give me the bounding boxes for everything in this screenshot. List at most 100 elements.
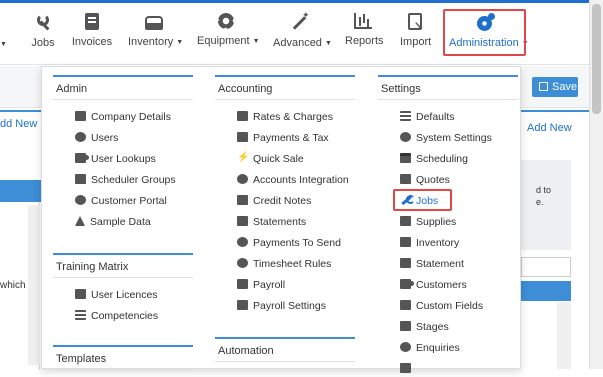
menu-item-defaults[interactable]: Defaults xyxy=(400,109,455,125)
cog-icon xyxy=(400,132,411,142)
menu-item-custom-fields[interactable]: Custom Fields xyxy=(400,298,483,314)
menu-item-user-licences[interactable]: User Licences xyxy=(75,287,158,303)
id-badge-icon xyxy=(237,279,248,289)
id-card-icon xyxy=(237,300,248,310)
add-new-link-right[interactable]: Add New xyxy=(527,122,572,134)
nav-equipment-label: Equipment xyxy=(197,35,250,47)
question-circle-icon xyxy=(400,342,411,352)
menu-item-label: Timesheet Rules xyxy=(253,258,332,270)
menu-item-payments-tax[interactable]: Payments & Tax xyxy=(237,130,329,146)
menu-item-customer-portal[interactable]: Customer Portal xyxy=(75,193,167,209)
menu-item-quotes[interactable]: Quotes xyxy=(400,172,450,188)
menu-item-users[interactable]: Users xyxy=(75,130,118,146)
left-scrollbar[interactable] xyxy=(28,205,40,365)
menu-item-label: Scheduling xyxy=(416,153,468,165)
menu-item-label: Payments To Send xyxy=(253,237,341,249)
right-snippet-line-2: e. xyxy=(536,197,544,207)
menu-item-payroll-settings[interactable]: Payroll Settings xyxy=(237,298,326,314)
menu-item-system-settings[interactable]: System Settings xyxy=(400,130,492,146)
life-ring-icon xyxy=(75,195,86,205)
menu-item-label: Customer Portal xyxy=(91,195,167,207)
menu-item-label: Payroll Settings xyxy=(253,300,326,312)
menu-item-scheduling[interactable]: Scheduling xyxy=(400,151,468,167)
truck-icon xyxy=(400,216,411,226)
nav-inventory[interactable]: Inventory ▼ xyxy=(128,13,183,59)
menu-item-label: Company Details xyxy=(91,111,171,123)
menu-item-statements[interactable]: Statements xyxy=(237,214,306,230)
page-scrollbar-thumb[interactable] xyxy=(592,4,601,114)
menu-item-label: Custom Fields xyxy=(416,300,484,312)
menu-item-supplies[interactable]: Supplies xyxy=(400,214,456,230)
menu-item-scheduler-groups[interactable]: Scheduler Groups xyxy=(75,172,176,188)
menu-item-inventory[interactable]: Inventory xyxy=(400,235,459,251)
menu-item-partial[interactable] xyxy=(400,361,416,377)
nav-invoices[interactable]: Invoices xyxy=(71,13,113,59)
administration-dropdown-menu: Admin Company Details Users User Lookups… xyxy=(41,66,521,373)
menu-item-payroll[interactable]: Payroll xyxy=(237,277,285,293)
menu-item-company-details[interactable]: Company Details xyxy=(75,109,171,125)
menu-item-payments-to-send[interactable]: Payments To Send xyxy=(237,235,341,251)
chevron-down-icon: ▼ xyxy=(324,39,332,47)
right-table-header xyxy=(521,281,571,301)
menu-item-label: Enquiries xyxy=(416,342,460,354)
menu-item-credit-notes[interactable]: Credit Notes xyxy=(237,193,311,209)
nav-reports-label: Reports xyxy=(345,35,384,47)
menu-item-rates-charges[interactable]: Rates & Charges xyxy=(237,109,333,125)
section-title-templates: Templates xyxy=(53,345,193,370)
nav-advanced-label: Advanced xyxy=(273,37,322,49)
menu-item-timesheet-rules[interactable]: Timesheet Rules xyxy=(237,256,331,272)
add-new-link-left[interactable]: dd New xyxy=(0,118,37,130)
menu-item-label: Defaults xyxy=(416,111,455,123)
credit-card-icon xyxy=(237,132,248,142)
right-scrollbar[interactable] xyxy=(557,302,571,369)
save-button[interactable]: Save xyxy=(532,77,578,97)
right-search-input[interactable] xyxy=(521,257,571,277)
clipboard-icon xyxy=(75,289,86,299)
nav-partial-caret: ▼ xyxy=(0,41,7,48)
menu-item-user-lookups[interactable]: User Lookups xyxy=(75,151,156,167)
nav-advanced[interactable]: Advanced▼ xyxy=(273,10,332,59)
menu-item-accounts-integration[interactable]: Accounts Integration xyxy=(237,172,349,188)
menu-item-label: Sample Data xyxy=(90,216,151,228)
section-title-accounting: Accounting xyxy=(215,75,355,100)
menu-item-label: Users xyxy=(91,132,119,144)
right-snippet-line-1: d to xyxy=(536,185,552,195)
nav-import-label: Import xyxy=(400,36,432,48)
tray-icon xyxy=(145,16,163,30)
floppy-icon xyxy=(539,82,548,91)
menu-item-label: Accounts Integration xyxy=(253,174,349,186)
menu-item-competencies[interactable]: Competencies xyxy=(75,308,158,324)
calendar-icon xyxy=(400,153,411,163)
administration-highlight-box xyxy=(443,9,526,56)
nav-reports[interactable]: Reports xyxy=(345,13,384,59)
nav-equipment[interactable]: Equipment ▼ xyxy=(197,13,260,59)
menu-item-stages[interactable]: Stages xyxy=(400,319,449,335)
nav-import[interactable]: Import xyxy=(400,13,432,59)
menu-item-label: Statement xyxy=(416,258,464,270)
menu-item-enquiries[interactable]: Enquiries xyxy=(400,340,460,356)
left-table-header xyxy=(0,180,42,202)
nav-jobs[interactable]: Jobs xyxy=(29,13,57,59)
flask-icon xyxy=(75,216,85,226)
menu-item-label: Payments & Tax xyxy=(253,132,329,144)
user-plus-icon xyxy=(75,153,89,163)
bolt-icon xyxy=(237,150,249,166)
cogs-icon xyxy=(237,174,248,184)
menu-item-statement[interactable]: Statement xyxy=(400,256,464,272)
menu-item-label: Statements xyxy=(253,216,307,228)
menu-item-label: User Licences xyxy=(91,289,158,301)
menu-item-customers[interactable]: Customers xyxy=(400,277,467,293)
right-snippet-text: d to e. xyxy=(536,184,551,208)
page-scrollbar[interactable] xyxy=(589,0,603,369)
menu-item-sample-data[interactable]: Sample Data xyxy=(75,214,151,230)
clock-icon xyxy=(237,258,248,268)
section-title-admin: Admin xyxy=(53,75,193,100)
menu-item-quick-sale[interactable]: Quick Sale xyxy=(237,150,304,167)
menu-item-label: Scheduler Groups xyxy=(91,174,176,186)
nav-invoices-label: Invoices xyxy=(71,36,113,48)
cloud-upload-icon xyxy=(237,237,248,247)
menu-item-label: Competencies xyxy=(91,310,159,322)
menu-item-label: Quotes xyxy=(416,174,450,186)
menu-item-label: Supplies xyxy=(416,216,457,228)
user-icon xyxy=(75,132,86,142)
